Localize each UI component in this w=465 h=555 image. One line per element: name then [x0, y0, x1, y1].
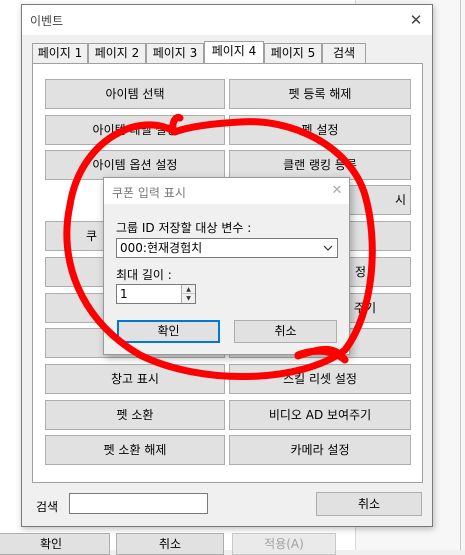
popup-title: 쿠폰 입력 표시 [112, 186, 186, 200]
variable-label: 그룹 ID 저장할 대상 변수 : [116, 221, 252, 235]
apply-button[interactable]: 적용(A) [232, 533, 336, 555]
cancel-button[interactable]: 취소 [116, 533, 224, 555]
item-level-button[interactable]: 아이템 레벨 설정 [45, 115, 225, 145]
tab-page-2[interactable]: 페이지 2 [88, 43, 146, 63]
search-cancel-button[interactable]: 취소 [316, 492, 422, 516]
pet-unregister-button[interactable]: 펫 등록 해제 [229, 79, 411, 109]
tab-page-1[interactable]: 페이지 1 [32, 43, 88, 63]
close-icon[interactable]: ✕ [406, 11, 426, 29]
popup-titlebar: 쿠폰 입력 표시 ✕ [104, 178, 349, 204]
popup-ok-button[interactable]: 확인 [117, 320, 220, 343]
item-option-button[interactable]: 아이템 옵션 설정 [45, 150, 225, 180]
skill-reset-button[interactable]: 스킬 리셋 설정 [229, 364, 411, 394]
show-video-ad-button[interactable]: 비디오 AD 보여주기 [229, 400, 411, 430]
tab-page-5[interactable]: 페이지 5 [264, 43, 322, 63]
variable-select-value: 000:현재경험치 [120, 241, 203, 255]
background-divider [460, 0, 461, 550]
show-storage-button[interactable]: 창고 표시 [45, 364, 225, 394]
spinner-buttons: ▲ ▼ [181, 285, 195, 303]
maxlen-label: 최대 길이 : [116, 268, 172, 282]
search-input[interactable] [69, 493, 208, 514]
coupon-input-dialog: 쿠폰 입력 표시 ✕ 그룹 ID 저장할 대상 변수 : 000:현재경험치 최… [103, 177, 350, 355]
camera-settings-button[interactable]: 카메라 설정 [229, 435, 411, 465]
summon-pet-button[interactable]: 펫 소환 [45, 400, 225, 430]
spin-down-icon[interactable]: ▼ [182, 294, 195, 303]
search-label: 검색 [36, 500, 59, 514]
clan-ranking-button[interactable]: 클랜 랭킹 등록 [229, 150, 411, 180]
chevron-down-icon [323, 239, 333, 264]
tab-search[interactable]: 검색 [322, 43, 366, 63]
ok-button[interactable]: 확인 [0, 533, 110, 555]
maxlen-value: 1 [120, 287, 128, 301]
dialog-titlebar: 이벤트 ✕ [22, 5, 432, 35]
popup-close-icon[interactable]: ✕ [328, 182, 346, 200]
dialog-title: 이벤트 [30, 14, 64, 28]
select-item-button[interactable]: 아이템 선택 [45, 79, 225, 109]
maxlen-spinner[interactable]: 1 ▲ ▼ [116, 284, 196, 304]
popup-cancel-button[interactable]: 취소 [234, 320, 337, 343]
pet-settings-button[interactable]: 펫 설정 [229, 115, 411, 145]
unsummon-pet-button[interactable]: 펫 소환 해제 [45, 435, 225, 465]
variable-select[interactable]: 000:현재경험치 [116, 238, 338, 258]
tab-page-3[interactable]: 페이지 3 [146, 43, 204, 63]
tab-page-4[interactable]: 페이지 4 [204, 41, 264, 63]
spin-up-icon[interactable]: ▲ [182, 285, 195, 294]
